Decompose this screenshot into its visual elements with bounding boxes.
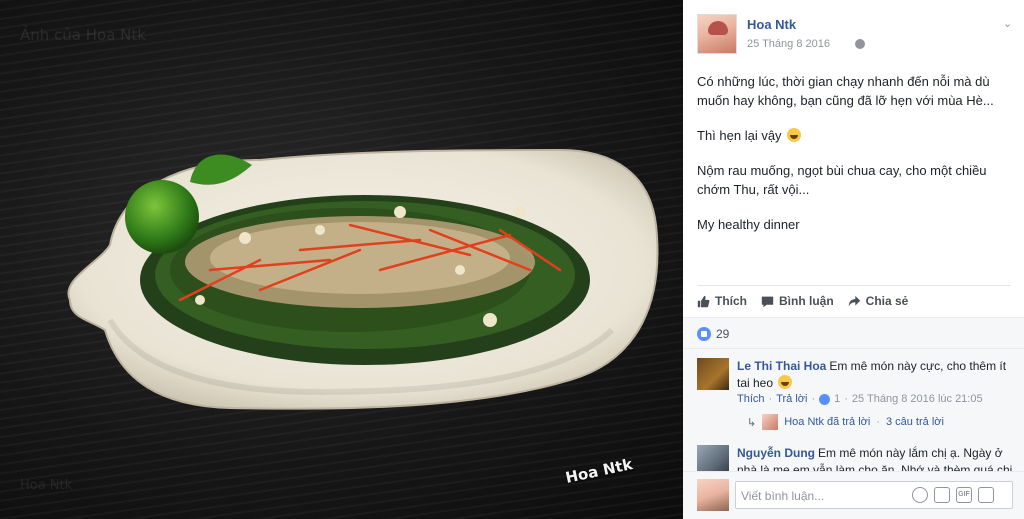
reply-arrow-icon: ↳	[747, 416, 757, 429]
like-reaction-icon	[819, 393, 831, 405]
commenter-avatar[interactable]	[697, 358, 729, 390]
globe-icon[interactable]	[855, 39, 865, 49]
separator: ·	[811, 393, 816, 405]
post-paragraph: Có những lúc, thời gian chạy nhanh đến n…	[697, 74, 994, 108]
gif-icon[interactable]: GIF	[956, 487, 972, 503]
comment-meta: Thích · Trả lời · 1 · 25 Tháng 8 2016 lú…	[737, 393, 983, 405]
separator: ·	[844, 393, 848, 405]
camera-icon[interactable]	[934, 487, 950, 503]
commenter-name[interactable]: Le Thi Thai Hoa	[737, 359, 826, 373]
current-user-avatar	[697, 479, 729, 511]
food-photo	[67, 148, 659, 410]
share-icon	[848, 295, 860, 306]
separator: ·	[876, 416, 880, 428]
post-side-panel: Hoa Ntk 25 Tháng 8 2016 ⌄ Có những lúc, …	[683, 0, 1024, 519]
reaction-count[interactable]: 29	[716, 327, 729, 341]
divider	[697, 285, 1011, 286]
laugh-emoji-icon	[778, 375, 793, 389]
commenter-avatar[interactable]	[697, 445, 729, 471]
comment-button[interactable]: Bình luận	[761, 292, 834, 310]
share-button[interactable]: Chia sẻ	[848, 292, 909, 310]
comment-composer: Viết bình luận... GIF	[683, 471, 1024, 519]
lime	[125, 180, 199, 254]
post-header: Hoa Ntk 25 Tháng 8 2016 ⌄	[697, 14, 1017, 56]
comments-list: Le Thi Thai Hoa Em mê món này cực, cho th…	[683, 349, 1024, 471]
sticker-icon[interactable]	[978, 487, 994, 503]
emoji-icon[interactable]	[912, 487, 928, 503]
reply-summary-author: Hoa Ntk đã trả lời	[784, 416, 871, 428]
reply-author-avatar	[762, 414, 779, 430]
photo-viewer[interactable]: Ảnh của Hoa Ntk Hoa Ntk Hoa Ntk	[0, 0, 683, 519]
post-paragraph: My healthy dinner	[697, 217, 800, 232]
separator: ·	[768, 393, 773, 405]
like-button-label: Thích	[715, 294, 747, 308]
post-body: Có những lúc, thời gian chạy nhanh đến n…	[697, 72, 1015, 250]
comment-text: Nguyễn Dung Em mê món này lắm chị ạ. Ngày…	[737, 445, 1017, 471]
like-button[interactable]: Thích	[697, 292, 747, 310]
share-button-label: Chia sẻ	[865, 294, 909, 308]
thumbs-up-icon	[697, 295, 710, 307]
author-name[interactable]: Hoa Ntk	[747, 17, 796, 32]
comment-text: Le Thi Thai Hoa Em mê món này cực, cho th…	[737, 358, 1017, 392]
comment-like-link[interactable]: Thích	[737, 393, 765, 405]
post-actions: Thích Bình luận Chia sẻ	[697, 292, 908, 310]
post-paragraph: Thì hẹn lại vậy	[697, 126, 1015, 145]
comment-icon	[761, 296, 774, 307]
post-paragraph: Nộm rau muống, ngọt bùi chua cay, cho mộ…	[697, 163, 987, 197]
reactions-bar: 29	[683, 317, 1024, 349]
photo-watermark: Ảnh của Hoa Ntk	[20, 26, 146, 44]
reply-summary-count: 3 câu trả lời	[885, 416, 944, 428]
author-avatar[interactable]	[697, 14, 737, 54]
photo-watermark-bottom: Hoa Ntk	[20, 478, 73, 493]
post-date[interactable]: 25 Tháng 8 2016	[747, 38, 830, 50]
comment-time[interactable]: 25 Tháng 8 2016 lúc 21:05	[852, 393, 983, 405]
comment-like-count[interactable]: 1	[834, 393, 840, 405]
laugh-emoji-icon	[787, 128, 802, 142]
like-reaction-icon[interactable]	[697, 327, 711, 341]
chevron-down-icon[interactable]: ⌄	[1003, 18, 1015, 30]
commenter-name[interactable]: Nguyễn Dung	[737, 446, 815, 460]
composer-tools: GIF	[912, 487, 994, 503]
comment-reply-link[interactable]: Trả lời	[776, 393, 807, 405]
post-paragraph-text: Thì hẹn lại vậy	[697, 128, 782, 143]
comment-button-label: Bình luận	[779, 294, 834, 308]
replies-summary[interactable]: ↳ Hoa Ntk đã trả lời · 3 câu trả lời	[747, 414, 944, 430]
